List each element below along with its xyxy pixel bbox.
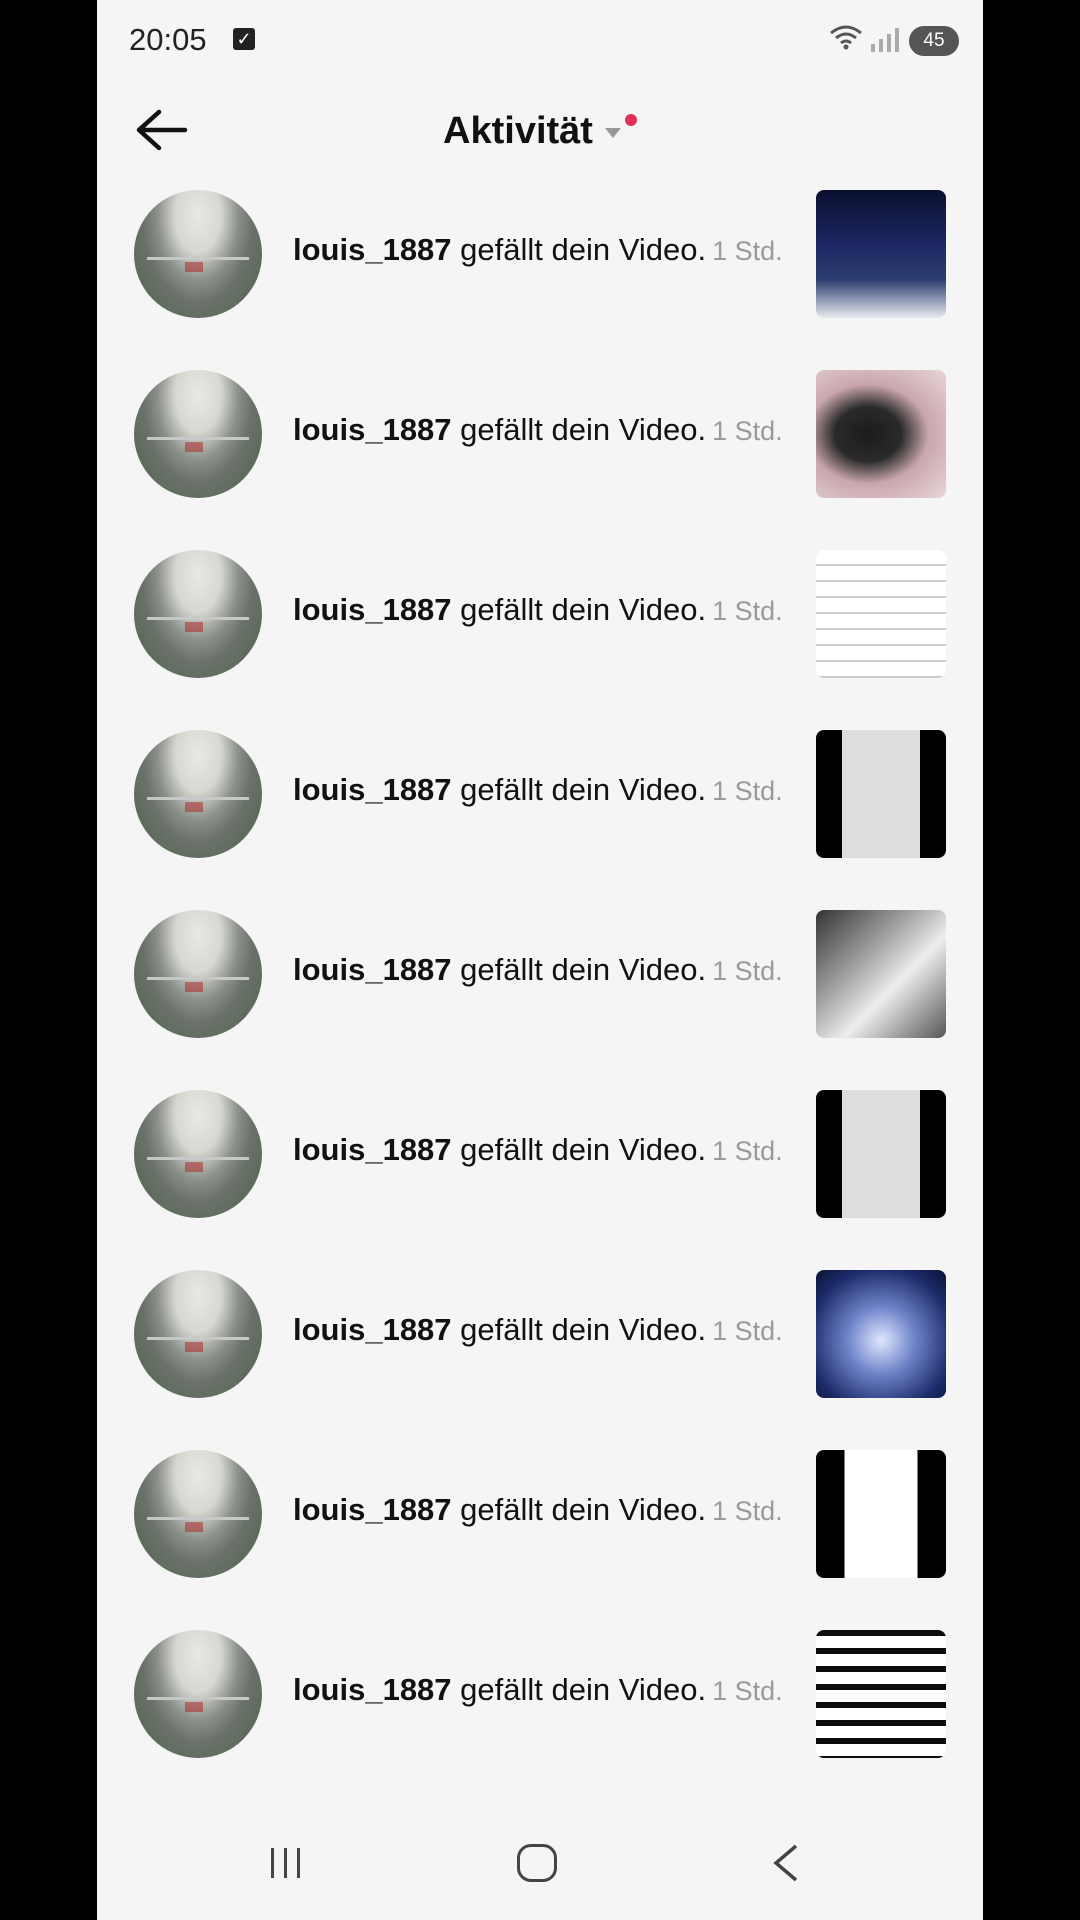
username[interactable]: louis_1887 bbox=[293, 1312, 452, 1347]
timestamp: 1 Std. bbox=[712, 1316, 783, 1346]
status-time: 20:05 bbox=[129, 22, 207, 57]
video-thumbnail[interactable] bbox=[816, 550, 946, 678]
notification-text: louis_1887 gefällt dein Video. 1 Std. bbox=[293, 1132, 783, 1168]
video-thumbnail[interactable] bbox=[816, 910, 946, 1038]
action-text: gefällt dein Video. bbox=[460, 592, 707, 627]
timestamp: 1 Std. bbox=[712, 956, 783, 986]
avatar[interactable] bbox=[134, 550, 262, 678]
status-bar: 20:05 ✓ 45 bbox=[97, 0, 983, 80]
checkbox-notification-icon: ✓ bbox=[233, 28, 255, 50]
action-text: gefällt dein Video. bbox=[460, 1312, 707, 1347]
system-nav-bar bbox=[97, 1808, 983, 1920]
username[interactable]: louis_1887 bbox=[293, 952, 452, 987]
video-thumbnail[interactable] bbox=[816, 1090, 946, 1218]
action-text: gefällt dein Video. bbox=[460, 772, 707, 807]
timestamp: 1 Std. bbox=[712, 1136, 783, 1166]
activity-title-dropdown[interactable]: Aktivität bbox=[97, 110, 983, 153]
page-title: Aktivität bbox=[443, 110, 593, 152]
action-text: gefällt dein Video. bbox=[460, 412, 707, 447]
notification-text: louis_1887 gefällt dein Video. 1 Std. bbox=[293, 1672, 783, 1708]
avatar[interactable] bbox=[134, 1270, 262, 1398]
notification-text: louis_1887 gefällt dein Video. 1 Std. bbox=[293, 412, 783, 448]
notification-text: louis_1887 gefällt dein Video. 1 Std. bbox=[293, 232, 783, 268]
action-text: gefällt dein Video. bbox=[460, 952, 707, 987]
battery-icon: 45 bbox=[909, 26, 959, 56]
list-item[interactable]: louis_1887 gefällt dein Video. 1 Std. bbox=[97, 678, 983, 858]
unread-dot bbox=[624, 114, 637, 126]
recent-apps-icon[interactable] bbox=[267, 1844, 305, 1882]
action-text: gefällt dein Video. bbox=[460, 1132, 707, 1167]
activity-list[interactable]: louis_1887 gefällt dein Video. 1 Std. loui… bbox=[97, 178, 983, 1808]
video-thumbnail[interactable] bbox=[816, 190, 946, 318]
avatar[interactable] bbox=[134, 910, 262, 1038]
list-item[interactable]: louis_1887 gefällt dein Video. 1 Std. bbox=[97, 498, 983, 678]
list-item[interactable]: louis_1887 gefällt dein Video. 1 Std. bbox=[97, 1038, 983, 1218]
avatar[interactable] bbox=[134, 1450, 262, 1578]
timestamp: 1 Std. bbox=[712, 416, 783, 446]
action-text: gefällt dein Video. bbox=[460, 232, 707, 267]
username[interactable]: louis_1887 bbox=[293, 1672, 452, 1707]
username[interactable]: louis_1887 bbox=[293, 1492, 452, 1527]
action-text: gefällt dein Video. bbox=[460, 1492, 707, 1527]
username[interactable]: louis_1887 bbox=[293, 1132, 452, 1167]
list-item[interactable]: louis_1887 gefällt dein Video. 1 Std. bbox=[97, 1218, 983, 1398]
video-thumbnail[interactable] bbox=[816, 370, 946, 498]
timestamp: 1 Std. bbox=[712, 1676, 783, 1706]
chevron-down-icon bbox=[604, 127, 621, 138]
home-icon[interactable] bbox=[517, 1844, 557, 1882]
list-item[interactable]: louis_1887 gefällt dein Video. 1 Std. bbox=[97, 1398, 983, 1578]
signal-icon bbox=[871, 28, 899, 52]
list-item[interactable]: louis_1887 gefällt dein Video. 1 Std. bbox=[97, 178, 983, 318]
notification-text: louis_1887 gefällt dein Video. 1 Std. bbox=[293, 772, 783, 808]
avatar[interactable] bbox=[134, 730, 262, 858]
timestamp: 1 Std. bbox=[712, 1496, 783, 1526]
timestamp: 1 Std. bbox=[712, 596, 783, 626]
video-thumbnail[interactable] bbox=[816, 1630, 946, 1758]
list-item[interactable]: louis_1887 gefällt dein Video. 1 Std. bbox=[97, 318, 983, 498]
username[interactable]: louis_1887 bbox=[293, 232, 452, 267]
action-text: gefällt dein Video. bbox=[460, 1672, 707, 1707]
list-item[interactable]: louis_1887 gefällt dein Video. 1 Std. bbox=[97, 1578, 983, 1758]
avatar[interactable] bbox=[134, 1090, 262, 1218]
avatar[interactable] bbox=[134, 1630, 262, 1758]
avatar[interactable] bbox=[134, 190, 262, 318]
username[interactable]: louis_1887 bbox=[293, 592, 452, 627]
video-thumbnail[interactable] bbox=[816, 1450, 946, 1578]
timestamp: 1 Std. bbox=[712, 236, 783, 266]
video-thumbnail[interactable] bbox=[816, 1270, 946, 1398]
timestamp: 1 Std. bbox=[712, 776, 783, 806]
username[interactable]: louis_1887 bbox=[293, 772, 452, 807]
notification-text: louis_1887 gefällt dein Video. 1 Std. bbox=[293, 1492, 783, 1528]
notification-text: louis_1887 gefällt dein Video. 1 Std. bbox=[293, 952, 783, 988]
video-thumbnail[interactable] bbox=[816, 730, 946, 858]
avatar[interactable] bbox=[134, 370, 262, 498]
notification-text: louis_1887 gefällt dein Video. 1 Std. bbox=[293, 592, 783, 628]
wifi-icon bbox=[829, 24, 863, 57]
notification-text: louis_1887 gefällt dein Video. 1 Std. bbox=[293, 1312, 783, 1348]
phone-screen: 20:05 ✓ 45 Aktivität louis_1887 gefällt … bbox=[97, 0, 983, 1920]
list-item[interactable]: louis_1887 gefällt dein Video. 1 Std. bbox=[97, 858, 983, 1038]
username[interactable]: louis_1887 bbox=[293, 412, 452, 447]
top-bar: Aktivität bbox=[97, 90, 983, 170]
nav-back-icon[interactable] bbox=[770, 1842, 800, 1884]
